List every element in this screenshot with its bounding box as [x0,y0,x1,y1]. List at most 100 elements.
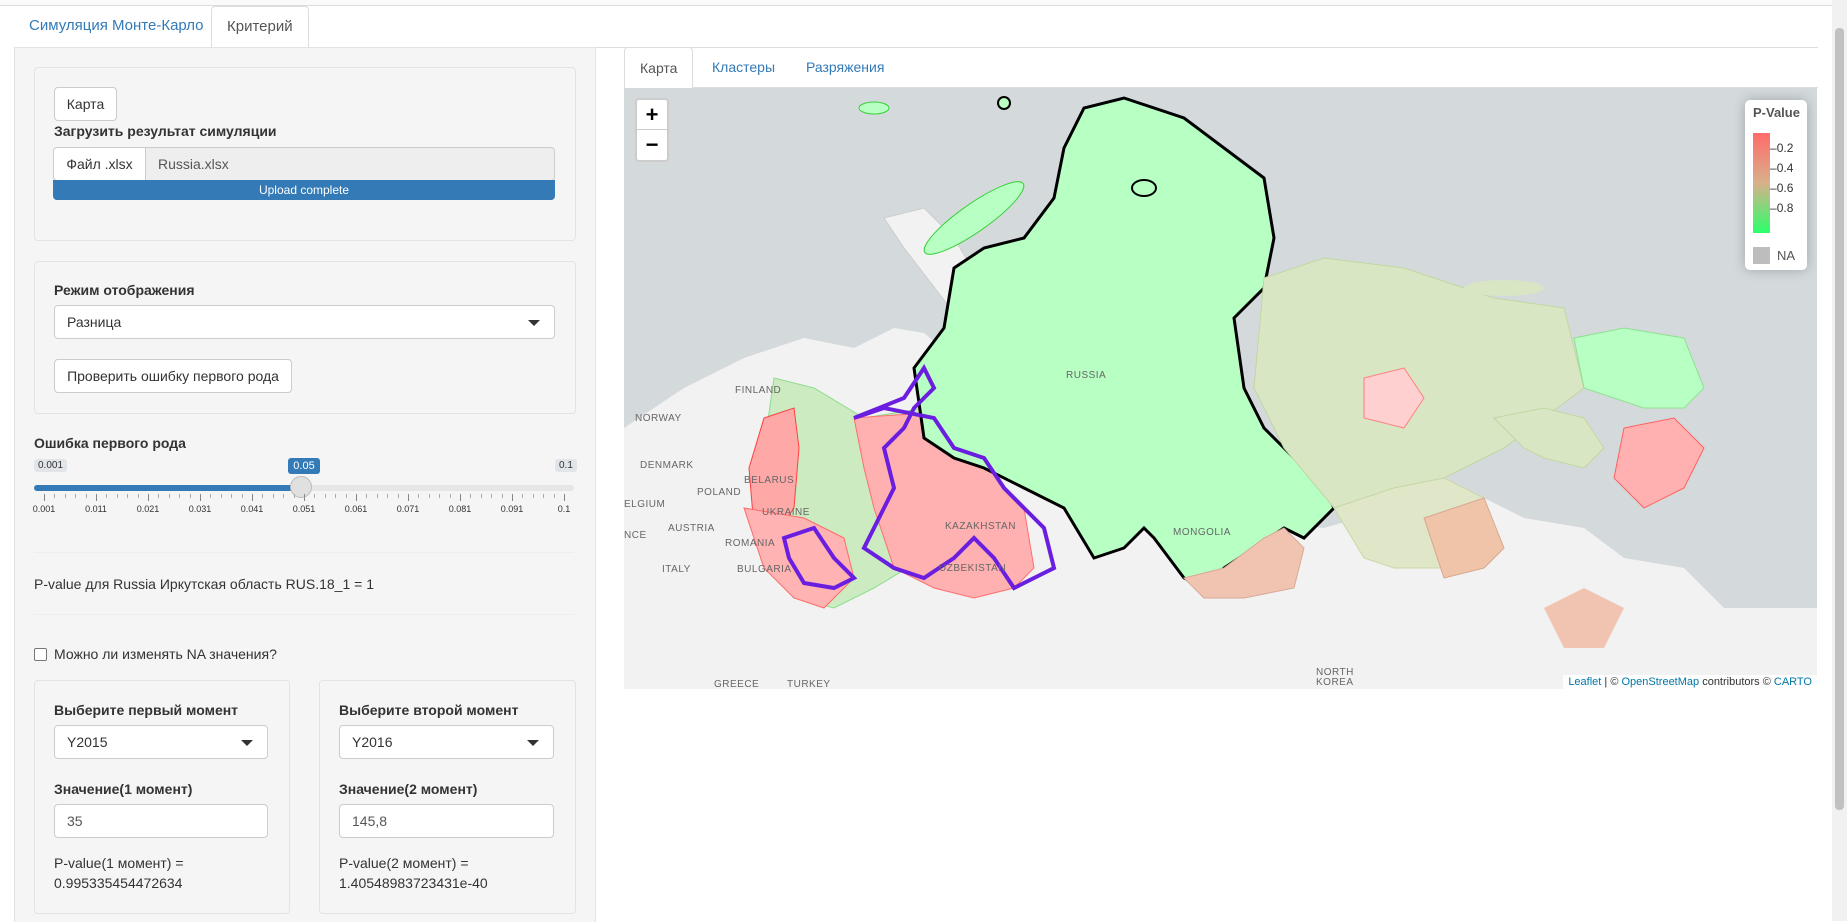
slider-minor-tick [345,494,347,498]
region-chukotka [1573,327,1705,409]
label-austria: AUSTRIA [668,523,715,534]
label-turkey: TURKEY [787,679,831,689]
region-kamchatka [1613,417,1705,509]
slider-minor-tick [137,494,139,498]
slider-tick [460,494,461,501]
slider-max-label: 0.1 [555,459,577,472]
leaflet-link[interactable]: Leaflet [1568,676,1601,688]
slider-minor-tick [397,494,399,498]
slider-minor-tick [116,494,118,498]
divider [34,552,574,553]
moment2-pvalue: 1.40548983723431e-40 [339,875,488,891]
label-italy: ITALY [662,564,691,575]
label-france: NCE [624,530,647,541]
slider-minor-tick [168,494,170,498]
display-mode-select[interactable]: Разница [54,305,555,339]
slider-tick [564,494,565,501]
carto-link[interactable]: CARTO [1774,676,1812,688]
file-name-field[interactable]: Russia.xlsx [145,147,555,181]
tab-sparse[interactable]: Разряжения [791,47,899,87]
moment2-value: Y2016 [352,734,393,750]
moment1-select[interactable]: Y2015 [54,725,268,759]
osm-link[interactable]: OpenStreetMap [1621,676,1699,688]
scrollbar-thumb[interactable] [1835,28,1844,810]
slider-tick-label: 0.081 [448,504,472,514]
slider-tick [200,494,201,501]
na-checkbox[interactable] [34,648,47,661]
label-ukraine: UKRAINE [762,507,810,518]
island [997,96,1011,110]
slider-minor-tick [75,494,77,498]
slider-minor-tick [532,494,534,498]
slider-tick-label: 0.061 [344,504,368,514]
tab-criterion[interactable]: Критерий [211,6,309,49]
slider-tick-label: 0.051 [292,504,316,514]
slider-minor-tick [231,494,233,498]
tab-clusters[interactable]: Кластеры [697,47,790,87]
file-browse-button[interactable]: Файл .xlsx [53,147,146,181]
chevron-down-icon [527,740,539,746]
slider-minor-tick [220,494,222,498]
label-north-korea-2: KOREA [1316,677,1354,688]
slider-fill [34,485,302,491]
slider-minor-tick [293,494,295,498]
tab-map[interactable]: Карта [624,47,694,90]
label-norway: NORWAY [635,413,682,424]
slider-minor-tick [553,494,555,498]
zoom-out-button[interactable]: − [637,130,667,160]
check-error-button[interactable]: Проверить ошибку первого рода [54,359,292,393]
slider-tick [44,494,45,501]
leaflet-map[interactable]: RUSSIA FINLAND NORWAY DENMARK POLAND BEL… [624,88,1817,689]
slider-minor-tick [283,494,285,498]
label-uzbekistan: UZBEKISTAN [939,563,1007,574]
slider-minor-tick [449,494,451,498]
display-mode-label: Режим отображения [54,282,195,298]
island [1464,280,1544,296]
slider-tick-label: 0.021 [136,504,160,514]
slider-minor-tick [470,494,472,498]
slider-tick-label: 0.1 [557,504,571,514]
label-finland: FINLAND [735,385,782,396]
slider-minor-tick [480,494,482,498]
slider-tick [252,494,253,501]
error-slider[interactable] [34,476,574,498]
zoom-in-button[interactable]: + [637,100,667,130]
moment2-pvalue-label: P-value(2 момент) = [339,855,469,871]
main-tabs: Симуляция Монте-Карло Критерий [14,6,1818,49]
page-scrollbar[interactable] [1832,0,1847,921]
region-far-east [1253,257,1585,509]
error-label: Ошибка первого рода [34,435,186,451]
slider-tick-label: 0.091 [500,504,524,514]
legend-tick-3: –0.6 [1770,181,1794,195]
label-belgium: ELGIUM [624,499,666,510]
tab-monte-carlo[interactable]: Симуляция Монте-Карло [14,6,219,46]
moment2-input[interactable]: 145,8 [339,804,554,838]
legend-na-label: NA [1777,248,1796,263]
slider-minor-tick [189,494,191,498]
island [1131,179,1157,197]
slider-minor-tick [179,494,181,498]
upload-progress-bar: Upload complete [53,180,555,200]
slider-tick-label: 0.031 [188,504,212,514]
chevron-down-icon [241,740,253,746]
label-bulgaria: BULGARIA [737,564,792,575]
slider-tick [96,494,97,501]
pvalue-legend: P-Value –0.2 –0.4 –0.6 –0.8 NA [1745,100,1807,270]
slider-minor-tick [54,494,56,498]
slider-tick [408,494,409,501]
island [858,101,890,115]
moment1-input[interactable]: 35 [54,804,268,838]
slider-minor-tick [324,494,326,498]
attrib-contrib: contributors © [1699,676,1774,688]
label-greece: GREECE [714,679,760,689]
moment1-value-label: Значение(1 момент) [54,781,193,797]
slider-minor-tick [491,494,493,498]
moment2-select[interactable]: Y2016 [339,725,554,759]
slider-minor-tick [543,494,545,498]
legend-gradient [1753,133,1770,233]
map-button[interactable]: Карта [54,87,117,121]
slider-tick [356,494,357,501]
legend-tick-4: –0.8 [1770,201,1794,215]
slider-tick-label: 0.011 [85,504,107,514]
map-tabs: Карта Кластеры Разряжения [624,47,1818,90]
